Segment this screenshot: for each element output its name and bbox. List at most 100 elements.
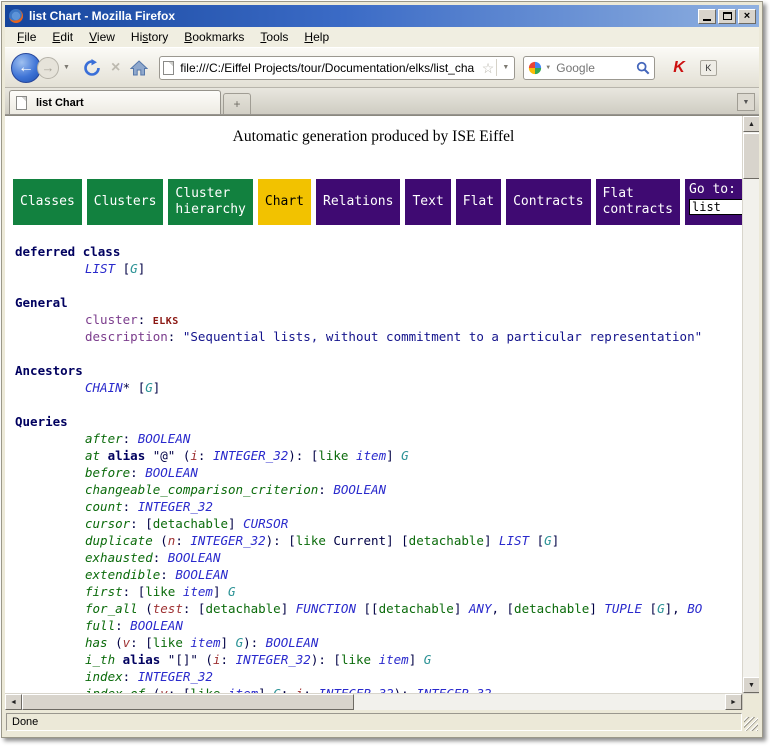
class-link[interactable]: FUNCTION bbox=[296, 601, 356, 616]
code-token: : bbox=[303, 686, 318, 693]
nav-button-classes[interactable]: Classes bbox=[13, 179, 82, 225]
goto-input[interactable] bbox=[689, 199, 742, 215]
class-link[interactable]: CHAIN bbox=[85, 380, 123, 395]
class-link[interactable]: INTEGER_32 bbox=[318, 686, 393, 693]
scroll-left-icon[interactable]: ◄ bbox=[5, 694, 22, 710]
nav-button-cluster-hierarchy[interactable]: Clusterhierarchy bbox=[168, 179, 252, 225]
menu-file[interactable]: File bbox=[9, 28, 44, 46]
code-token: ] bbox=[258, 686, 273, 693]
menu-edit[interactable]: Edit bbox=[44, 28, 81, 46]
nav-button-contracts[interactable]: Contracts bbox=[506, 179, 590, 225]
class-link[interactable]: LIST bbox=[85, 261, 115, 276]
code-token: : [ bbox=[123, 584, 146, 599]
class-link[interactable]: INTEGER_32 bbox=[416, 686, 491, 693]
class-link[interactable]: INTEGER_32 bbox=[138, 499, 213, 514]
code-token: G bbox=[228, 584, 236, 599]
code-token: G bbox=[130, 261, 138, 276]
tab-page-icon bbox=[16, 96, 27, 110]
menu-tools[interactable]: Tools bbox=[252, 28, 296, 46]
nav-button-clusters[interactable]: Clusters bbox=[87, 179, 164, 225]
stop-button[interactable]: × bbox=[109, 57, 122, 79]
new-tab-button[interactable]: + bbox=[223, 93, 251, 114]
code-token: ): bbox=[394, 686, 417, 693]
maximize-button[interactable] bbox=[718, 9, 736, 24]
scroll-up-icon[interactable]: ▲ bbox=[743, 116, 759, 132]
nav-button-chart[interactable]: Chart bbox=[258, 179, 311, 225]
class-link[interactable]: CURSOR bbox=[243, 516, 288, 531]
search-box[interactable]: ▼ bbox=[523, 56, 655, 80]
code-line: deferred class bbox=[15, 243, 742, 260]
search-engine-dropdown-icon[interactable]: ▼ bbox=[545, 65, 551, 71]
history-dropdown-icon[interactable]: ▼ bbox=[61, 62, 72, 73]
class-link[interactable]: item bbox=[379, 652, 409, 667]
class-link[interactable]: LIST bbox=[499, 533, 529, 548]
forward-button[interactable]: → bbox=[37, 57, 59, 79]
class-link[interactable]: INTEGER_32 bbox=[236, 652, 311, 667]
feature-name: has bbox=[85, 635, 108, 650]
menu-help[interactable]: Help bbox=[296, 28, 337, 46]
minimize-button[interactable] bbox=[698, 9, 716, 24]
address-bar[interactable]: ☆ ▼ bbox=[159, 56, 515, 80]
nav-button-flat[interactable]: Flat bbox=[456, 179, 501, 225]
code-line: changeable_comparison_criterion: BOOLEAN bbox=[15, 481, 742, 498]
class-link[interactable]: BO bbox=[687, 601, 702, 616]
class-link[interactable]: item bbox=[356, 448, 386, 463]
vertical-scrollbar[interactable]: ▲ ▼ bbox=[742, 116, 759, 693]
scroll-right-icon[interactable]: ► bbox=[725, 694, 742, 710]
horizontal-scroll-thumb[interactable] bbox=[22, 694, 354, 710]
code-line: has (v: [like item] G): BOOLEAN bbox=[15, 634, 742, 651]
class-link[interactable]: BOOLEAN bbox=[145, 465, 198, 480]
titlebar[interactable]: list Chart - Mozilla Firefox × bbox=[5, 5, 759, 27]
class-link[interactable]: BOOLEAN bbox=[266, 635, 319, 650]
nav-button-text[interactable]: Text bbox=[405, 179, 450, 225]
nav-button-flat-contracts[interactable]: Flatcontracts bbox=[596, 179, 680, 225]
class-link[interactable]: BOOLEAN bbox=[168, 550, 221, 565]
bookmark-star-icon[interactable]: ☆ bbox=[480, 61, 497, 75]
nav-button-relations[interactable]: Relations bbox=[316, 179, 400, 225]
class-link[interactable]: BOOLEAN bbox=[333, 482, 386, 497]
class-link[interactable]: ANY bbox=[469, 601, 492, 616]
horizontal-scrollbar[interactable]: ◄ ► bbox=[5, 693, 759, 710]
menubar: FileEditViewHistoryBookmarksToolsHelp bbox=[5, 27, 759, 48]
k-addon-button[interactable]: K bbox=[700, 60, 717, 76]
class-link[interactable]: item bbox=[190, 635, 220, 650]
code-token: : bbox=[153, 550, 168, 565]
tab-list-chart[interactable]: list Chart bbox=[9, 90, 221, 114]
class-link[interactable]: INTEGER_32 bbox=[190, 533, 265, 548]
class-link[interactable]: INTEGER_32 bbox=[138, 669, 213, 684]
home-button[interactable] bbox=[128, 58, 150, 78]
class-link[interactable]: INTEGER_32 bbox=[213, 448, 288, 463]
code-token: : bbox=[123, 669, 138, 684]
resize-grip[interactable] bbox=[744, 717, 758, 731]
code-token: : [ bbox=[183, 601, 206, 616]
code-line: Ancestors bbox=[15, 362, 742, 379]
reload-button[interactable] bbox=[81, 57, 103, 79]
class-link[interactable]: BOOLEAN bbox=[130, 618, 183, 633]
search-magnifier-icon[interactable] bbox=[636, 61, 650, 75]
vertical-scroll-thumb[interactable] bbox=[743, 133, 759, 179]
code-line: description: "Sequential lists, without … bbox=[15, 328, 742, 345]
address-input[interactable] bbox=[178, 60, 480, 76]
code-token: ] bbox=[589, 601, 604, 616]
class-link[interactable]: item bbox=[183, 584, 213, 599]
code-token: detachable bbox=[514, 601, 589, 616]
class-link[interactable]: BOOLEAN bbox=[175, 567, 228, 582]
code-token: ): bbox=[243, 635, 266, 650]
address-dropdown-icon[interactable]: ▼ bbox=[496, 59, 511, 76]
menu-history[interactable]: History bbox=[123, 28, 176, 46]
nav-button-label: Chart bbox=[265, 194, 304, 210]
code-line: duplicate (n: INTEGER_32): [like Current… bbox=[15, 532, 742, 549]
code-token: Current] [ bbox=[326, 533, 409, 548]
search-input[interactable] bbox=[554, 60, 633, 76]
class-link[interactable]: item bbox=[228, 686, 258, 693]
class-link[interactable]: BOOLEAN bbox=[138, 431, 191, 446]
close-button[interactable]: × bbox=[738, 9, 756, 24]
menu-bookmarks[interactable]: Bookmarks bbox=[176, 28, 252, 46]
list-all-tabs-icon[interactable]: ▼ bbox=[737, 93, 755, 111]
code-token: detachable bbox=[379, 601, 454, 616]
class-link[interactable]: TUPLE bbox=[604, 601, 642, 616]
menu-view[interactable]: View bbox=[81, 28, 123, 46]
code-line bbox=[15, 345, 742, 362]
scroll-down-icon[interactable]: ▼ bbox=[743, 677, 759, 693]
kaspersky-icon[interactable]: K bbox=[667, 59, 691, 77]
